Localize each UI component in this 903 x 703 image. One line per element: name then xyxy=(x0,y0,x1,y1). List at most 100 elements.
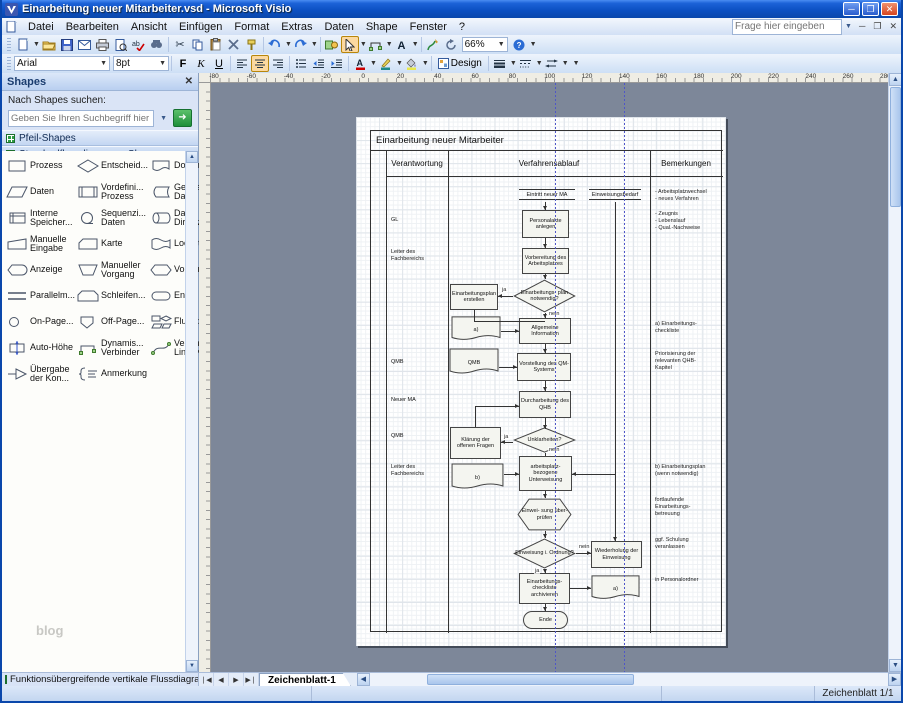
redo-button[interactable] xyxy=(292,36,310,53)
bullets-button[interactable] xyxy=(292,55,310,72)
pointer-tool-button[interactable] xyxy=(341,36,359,53)
stencil-shape-uebergabe-der-kontrolle[interactable]: Übergabe der Kon... xyxy=(5,362,76,386)
toolbar-options-icon[interactable]: ▼ xyxy=(530,41,537,48)
toolbar-grip[interactable] xyxy=(7,57,11,71)
menu-format[interactable]: Format xyxy=(228,20,275,34)
flow-node-process[interactable]: Wiederholung der Einweisung xyxy=(591,541,642,568)
flow-node-decision[interactable]: Unklarheiten? xyxy=(513,427,576,453)
doc-restore-button[interactable]: ❐ xyxy=(869,19,885,34)
line-ends-dropdown-icon[interactable]: ▼ xyxy=(562,60,569,67)
stencil-shape-parallelmodus[interactable]: Parallelm... xyxy=(5,284,76,308)
flow-node-process[interactable]: Einarbeitungs- checkliste archivieren xyxy=(519,573,570,604)
align-center-button[interactable] xyxy=(251,55,269,72)
scroll-down-icon[interactable]: ▼ xyxy=(889,659,902,672)
stencil-shape-manuelle-eingabe[interactable]: Manuelle Eingabe xyxy=(5,232,76,256)
vertical-scrollbar[interactable]: ▲ ▼ xyxy=(888,73,901,672)
font-color-button[interactable]: A xyxy=(351,55,369,72)
flow-node-process[interactable]: arbeitsplatz- bezogene Unterweisung xyxy=(519,456,572,491)
shapes-panel-scrollbar[interactable]: ▲ ▼ xyxy=(185,151,198,672)
stencil-shape-prozess[interactable]: Prozess xyxy=(5,154,76,178)
ask-a-question-input[interactable] xyxy=(732,19,842,35)
undo-dropdown-icon[interactable]: ▼ xyxy=(285,41,292,48)
zoom-combo[interactable]: 66%▼ xyxy=(462,37,508,52)
scroll-down-icon[interactable]: ▼ xyxy=(186,660,198,672)
font-size-dropdown-icon[interactable]: ▼ xyxy=(159,60,166,67)
font-color-dropdown-icon[interactable]: ▼ xyxy=(370,60,377,67)
research-button[interactable] xyxy=(148,36,166,53)
stencil-shape-schleifengrenze[interactable]: Schleifen... xyxy=(76,284,149,308)
scroll-up-icon[interactable]: ▲ xyxy=(186,151,198,163)
line-pattern-dropdown-icon[interactable]: ▼ xyxy=(536,60,543,67)
font-dropdown-icon[interactable]: ▼ xyxy=(100,60,107,67)
line-color-dropdown-icon[interactable]: ▼ xyxy=(396,60,403,67)
freeform-tool-button[interactable] xyxy=(424,36,442,53)
undo-button[interactable] xyxy=(266,36,284,53)
save-button[interactable] xyxy=(58,36,76,53)
flow-node-document[interactable]: b) xyxy=(451,463,504,493)
line-weight-button[interactable] xyxy=(491,55,509,72)
new-document-button[interactable] xyxy=(14,36,32,53)
help-button[interactable]: ? xyxy=(510,36,528,53)
menu-bearbeiten[interactable]: Bearbeiten xyxy=(60,20,125,34)
line-ends-button[interactable] xyxy=(543,55,561,72)
toolbar-options-icon[interactable]: ▼ xyxy=(573,60,580,67)
new-dropdown-icon[interactable]: ▼ xyxy=(33,41,40,48)
canvas[interactable]: Einarbeitung neuer Mitarbeiter Verantwor… xyxy=(211,83,892,672)
redo-dropdown-icon[interactable]: ▼ xyxy=(311,41,318,48)
shape-search-dropdown-icon[interactable]: ▼ xyxy=(157,115,170,122)
pointer-tool-dropdown-icon[interactable]: ▼ xyxy=(360,41,367,48)
menu-datei[interactable]: Datei xyxy=(22,20,60,34)
italic-button[interactable]: K xyxy=(192,55,210,72)
maximize-button[interactable]: ❐ xyxy=(862,2,879,16)
horizontal-scrollbar[interactable]: ◀ ▶ xyxy=(357,673,901,686)
flow-node-document[interactable]: a) xyxy=(591,575,640,603)
scroll-left-icon[interactable]: ◀ xyxy=(357,673,370,686)
flow-node-document[interactable]: QMB xyxy=(449,348,499,378)
flow-node-process[interactable]: Personalakte anlegen xyxy=(522,210,569,238)
copy-button[interactable] xyxy=(189,36,207,53)
increase-indent-button[interactable] xyxy=(328,55,346,72)
connector-tool-dropdown-icon[interactable]: ▼ xyxy=(386,41,393,48)
sheet-tab-zeichenblatt-1[interactable]: Zeichenblatt-1 xyxy=(259,673,351,686)
prev-sheet-button[interactable]: ◀ xyxy=(214,673,229,686)
stencil-shape-anzeige[interactable]: Anzeige xyxy=(5,258,76,282)
first-sheet-button[interactable]: ❘◀ xyxy=(199,673,214,686)
minimize-button[interactable]: ─ xyxy=(843,2,860,16)
document-control-icon[interactable] xyxy=(6,21,18,33)
stencil-shape-daten[interactable]: Daten xyxy=(5,180,76,204)
stencil-status-item[interactable]: Funktionsübergreifende vertikale Flussdi… xyxy=(2,673,199,686)
menu-hilfe[interactable]: ? xyxy=(453,20,471,34)
align-left-button[interactable] xyxy=(233,55,251,72)
flow-node-start-band[interactable]: Einweisungsbedarf xyxy=(589,189,641,200)
last-sheet-button[interactable]: ▶❘ xyxy=(244,673,259,686)
ask-dropdown-icon[interactable]: ▼ xyxy=(842,23,855,30)
print-preview-button[interactable] xyxy=(112,36,130,53)
underline-button[interactable]: U xyxy=(210,55,228,72)
next-sheet-button[interactable]: ▶ xyxy=(229,673,244,686)
shapes-panel-close-icon[interactable]: ✕ xyxy=(185,76,193,87)
scrollbar-thumb[interactable] xyxy=(427,674,634,685)
flow-node-decision[interactable]: Einweisung i. Ordnung? xyxy=(513,538,576,569)
scroll-right-icon[interactable]: ▶ xyxy=(888,673,901,686)
font-size-combo[interactable]: 8pt▼ xyxy=(113,56,169,71)
line-color-button[interactable] xyxy=(377,55,395,72)
menu-einfuegen[interactable]: Einfügen xyxy=(173,20,228,34)
bold-button[interactable]: F xyxy=(174,55,192,72)
flow-node-process[interactable]: Klärung der offenen Fragen xyxy=(450,427,501,459)
zoom-dropdown-icon[interactable]: ▼ xyxy=(498,41,505,48)
flow-node-process[interactable]: Vorbereitung des Arbeitsplatzes xyxy=(522,248,569,274)
drawing-page[interactable]: Einarbeitung neuer Mitarbeiter Verantwor… xyxy=(356,117,726,646)
email-button[interactable] xyxy=(76,36,94,53)
rotate-tool-button[interactable] xyxy=(442,36,460,53)
menu-fenster[interactable]: Fenster xyxy=(404,20,453,34)
stencil-shape-sequenzielle-daten[interactable]: Sequenzi... Daten xyxy=(76,206,149,230)
flow-node-decision[interactable]: Einarbeitungs- plan notwendig? xyxy=(513,279,576,313)
flow-node-terminator[interactable]: Ende xyxy=(523,611,568,629)
guide-line[interactable] xyxy=(624,83,625,672)
flow-node-start-band[interactable]: Eintritt neuer MA xyxy=(519,189,575,200)
flow-node-preparation[interactable]: Einwei- sung über- prüfen xyxy=(517,498,572,531)
line-weight-dropdown-icon[interactable]: ▼ xyxy=(510,60,517,67)
flow-node-process[interactable]: Durcharbeitung des QHB xyxy=(519,391,571,418)
menu-extras[interactable]: Extras xyxy=(275,20,318,34)
connector-tool-button[interactable] xyxy=(367,36,385,53)
